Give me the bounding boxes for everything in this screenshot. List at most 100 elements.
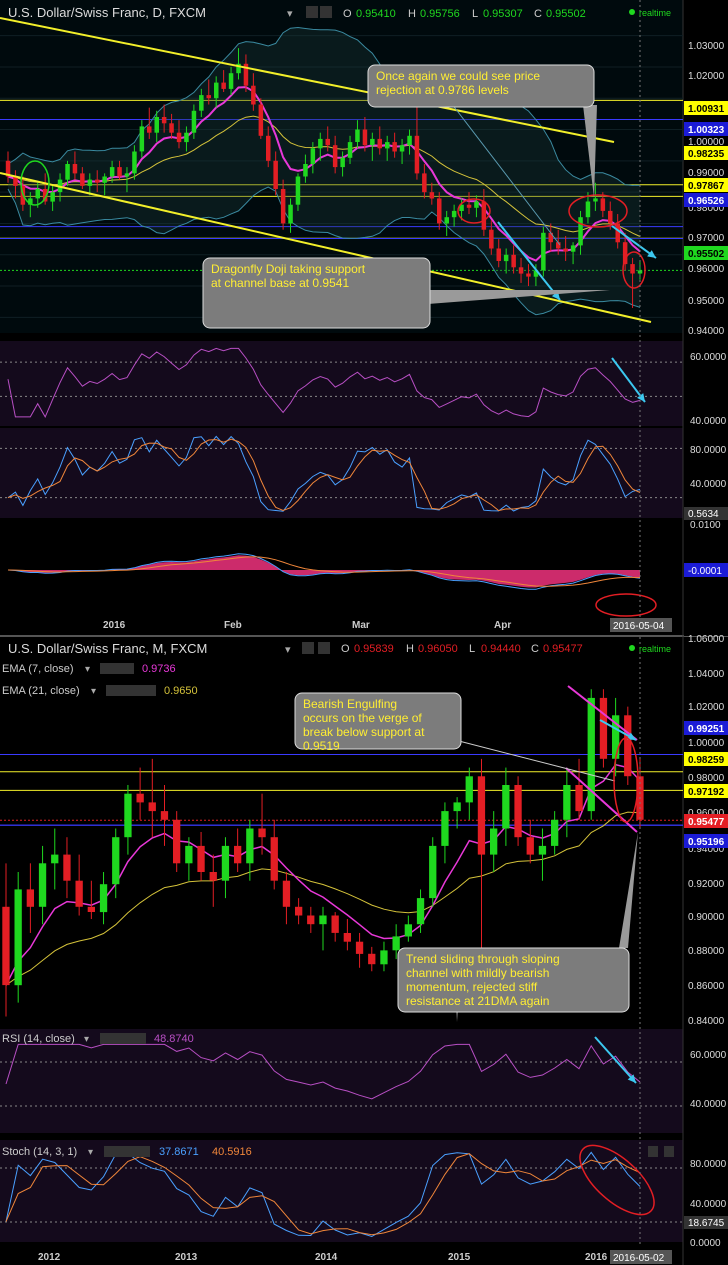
candle[interactable] (26, 889, 34, 907)
candle[interactable] (288, 204, 293, 224)
dropdown-icon[interactable]: ▾ (285, 644, 291, 656)
ema21-legend-label[interactable]: EMA (21, close) (2, 685, 80, 697)
candle[interactable] (570, 245, 576, 252)
candle[interactable] (139, 126, 145, 152)
candle[interactable] (80, 173, 85, 186)
candle[interactable] (404, 924, 412, 937)
candle[interactable] (575, 785, 583, 812)
candle[interactable] (343, 933, 351, 942)
candle[interactable] (75, 880, 83, 907)
candle[interactable] (453, 802, 461, 812)
candle[interactable] (451, 210, 457, 218)
candle[interactable] (399, 145, 405, 152)
candle[interactable] (214, 82, 219, 99)
candle[interactable] (489, 229, 494, 249)
candle[interactable] (624, 715, 632, 777)
candle[interactable] (38, 863, 47, 907)
candle[interactable] (541, 232, 546, 271)
candle[interactable] (95, 179, 100, 183)
candle[interactable] (176, 132, 182, 143)
candle[interactable] (477, 776, 486, 855)
candle[interactable] (112, 837, 120, 885)
candle[interactable] (416, 898, 425, 925)
candle[interactable] (496, 248, 502, 262)
candle[interactable] (234, 845, 242, 864)
candle[interactable] (368, 953, 376, 965)
candle[interactable] (422, 173, 427, 193)
candle[interactable] (514, 785, 522, 838)
candle[interactable] (209, 872, 217, 881)
candle[interactable] (280, 189, 286, 224)
candle[interactable] (185, 845, 193, 864)
candle[interactable] (65, 164, 70, 180)
dropdown-icon[interactable]: ▾ (91, 686, 96, 697)
candle[interactable] (551, 819, 559, 846)
candle[interactable] (465, 776, 473, 803)
candle[interactable] (490, 828, 498, 855)
candle[interactable] (221, 845, 230, 881)
candle[interactable] (325, 138, 331, 146)
candle[interactable] (124, 793, 132, 838)
candle[interactable] (355, 941, 364, 954)
settings-icon[interactable] (664, 1146, 674, 1157)
candle[interactable] (526, 837, 534, 855)
candle[interactable] (251, 85, 256, 105)
candle[interactable] (444, 217, 450, 224)
candle[interactable] (600, 198, 606, 211)
candle[interactable] (407, 135, 412, 146)
settings-icon[interactable] (302, 642, 314, 654)
settings-icon[interactable] (318, 642, 330, 654)
candle[interactable] (173, 819, 181, 864)
candle[interactable] (191, 110, 197, 133)
candle[interactable] (303, 164, 308, 177)
dropdown-icon[interactable]: ▾ (85, 664, 90, 675)
candle[interactable] (538, 845, 547, 855)
candle[interactable] (169, 123, 174, 133)
candle[interactable] (206, 95, 212, 99)
ema7-legend-label[interactable]: EMA (7, close) (2, 663, 74, 675)
candle[interactable] (526, 273, 531, 277)
candle[interactable] (362, 129, 368, 146)
candle[interactable] (429, 845, 437, 899)
candle[interactable] (429, 192, 435, 199)
candle[interactable] (87, 906, 95, 912)
settings-icon[interactable] (104, 1146, 150, 1157)
candle[interactable] (466, 204, 472, 208)
candle[interactable] (630, 264, 635, 274)
monthly-chart-title[interactable]: U.S. Dollar/Swiss Franc, M, FXCM (8, 641, 207, 656)
candle[interactable] (593, 198, 598, 202)
dropdown-icon[interactable]: ▾ (88, 1147, 93, 1158)
candle[interactable] (437, 198, 442, 224)
candle[interactable] (258, 104, 264, 136)
candle[interactable] (282, 880, 291, 907)
candle[interactable] (270, 837, 278, 881)
candle[interactable] (228, 73, 234, 89)
candle[interactable] (184, 132, 189, 143)
candle[interactable] (295, 176, 301, 205)
candle[interactable] (563, 785, 571, 820)
settings-icon[interactable] (306, 6, 318, 18)
candle[interactable] (474, 201, 479, 208)
candle[interactable] (370, 138, 375, 146)
candle[interactable] (392, 936, 400, 951)
candle[interactable] (310, 148, 316, 164)
candle[interactable] (563, 248, 568, 252)
daily-price-axis[interactable] (684, 0, 728, 636)
candle[interactable] (132, 151, 137, 174)
rsi-legend-label[interactable]: RSI (14, close) (2, 1033, 75, 1045)
candle[interactable] (102, 176, 107, 183)
candle[interactable] (615, 223, 621, 243)
candle[interactable] (340, 157, 345, 168)
candle[interactable] (147, 126, 152, 133)
candle[interactable] (160, 811, 169, 820)
candle[interactable] (295, 906, 303, 916)
candle[interactable] (63, 854, 71, 881)
candle[interactable] (377, 138, 383, 149)
candle[interactable] (481, 201, 487, 230)
candle[interactable] (258, 828, 266, 838)
candle[interactable] (347, 142, 353, 158)
candle[interactable] (392, 142, 397, 152)
dropdown-icon[interactable]: ▾ (287, 8, 293, 20)
candle[interactable] (51, 854, 59, 864)
candle[interactable] (441, 811, 449, 846)
